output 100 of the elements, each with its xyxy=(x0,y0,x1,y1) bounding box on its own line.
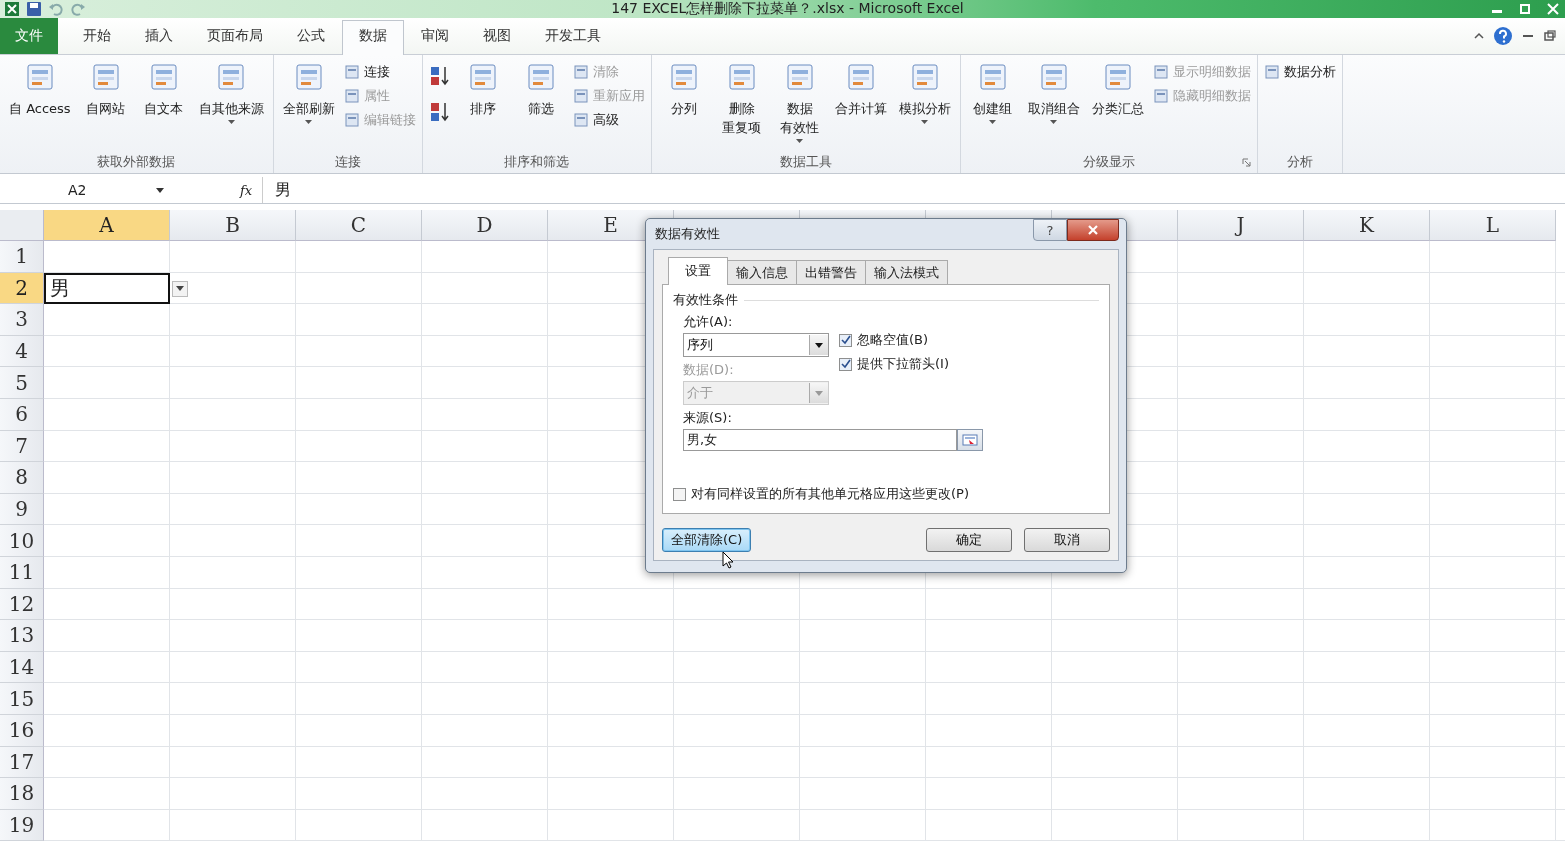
redo-icon[interactable] xyxy=(70,1,86,17)
column-header[interactable]: K xyxy=(1304,210,1430,241)
list-icon[interactable] xyxy=(572,88,589,104)
ribbon-button[interactable]: 筛选 xyxy=(527,99,554,118)
row-header[interactable]: 11 xyxy=(0,556,44,589)
sort-descending-icon[interactable] xyxy=(428,101,451,123)
restore-icon[interactable] xyxy=(1543,30,1557,42)
ribbon-button[interactable]: 排序 xyxy=(469,99,496,118)
list-icon[interactable] xyxy=(1152,64,1169,80)
ribbon-button[interactable]: 全部刷新 xyxy=(282,99,335,118)
list-icon[interactable] xyxy=(343,64,360,80)
ribbon-button[interactable]: 自网站 xyxy=(86,99,126,118)
dialog-launcher-icon[interactable] xyxy=(1241,158,1251,167)
formula-field[interactable]: 男 xyxy=(262,177,1565,203)
row-header[interactable]: 4 xyxy=(0,335,44,368)
ribbon-tab[interactable]: 公式 xyxy=(280,20,342,54)
row-header[interactable]: 17 xyxy=(0,746,44,779)
caret-icon[interactable] xyxy=(921,120,929,124)
source-field[interactable]: 男,女 xyxy=(683,429,957,451)
insert-function-button[interactable]: fx xyxy=(240,182,253,198)
row-header[interactable]: 10 xyxy=(0,525,44,557)
ribbon-button[interactable]: 自文本 xyxy=(144,99,184,118)
checkbox-label[interactable]: 忽略空值(B) xyxy=(857,331,929,349)
close-icon[interactable] xyxy=(1545,3,1561,15)
caret-icon[interactable] xyxy=(305,120,313,124)
row-header[interactable]: 5 xyxy=(0,367,44,399)
column-header[interactable]: A xyxy=(44,210,170,241)
checkbox[interactable] xyxy=(839,333,852,347)
save-icon[interactable] xyxy=(26,1,42,17)
dialog-tab[interactable]: 设置 xyxy=(668,257,728,285)
checkbox[interactable] xyxy=(673,487,686,501)
list-icon[interactable] xyxy=(572,112,589,128)
help-icon[interactable] xyxy=(1493,26,1513,46)
restore-icon[interactable] xyxy=(1517,3,1533,15)
ribbon-tab[interactable]: 视图 xyxy=(466,20,528,54)
column-header[interactable]: L xyxy=(1430,210,1556,241)
close-button[interactable] xyxy=(1067,219,1119,241)
caret-icon[interactable] xyxy=(989,120,997,124)
allow-dropdown[interactable]: 序列 xyxy=(683,333,829,357)
ribbon-tab[interactable]: 页面布局 xyxy=(190,20,280,54)
ok-button[interactable]: 确定 xyxy=(926,528,1012,552)
list-icon[interactable] xyxy=(572,64,589,80)
row-header[interactable]: 15 xyxy=(0,683,44,715)
ribbon-button[interactable]: 自其他来源 xyxy=(198,99,264,118)
caret-icon[interactable] xyxy=(796,139,804,143)
ribbon-tab[interactable]: 开始 xyxy=(66,20,128,54)
dialog-tab[interactable]: 出错警告 xyxy=(796,260,866,285)
row-header[interactable]: 19 xyxy=(0,809,44,842)
ribbon-tab[interactable]: 插入 xyxy=(128,20,190,54)
dialog-tab[interactable]: 输入法模式 xyxy=(865,260,948,285)
ribbon-button[interactable]: 高级 xyxy=(592,111,619,129)
row-header[interactable]: 7 xyxy=(0,430,44,463)
column-header[interactable]: J xyxy=(1178,210,1304,241)
row-header[interactable]: 3 xyxy=(0,304,44,336)
list-icon[interactable] xyxy=(1152,88,1169,104)
row-header[interactable]: 8 xyxy=(0,462,44,494)
name-box[interactable]: A2 xyxy=(0,182,170,198)
list-icon[interactable] xyxy=(343,112,360,128)
ribbon-tab[interactable]: 审阅 xyxy=(404,20,466,54)
ribbon-button[interactable]: 创建组 xyxy=(973,99,1013,118)
ribbon-tab[interactable]: 开发工具 xyxy=(528,20,618,54)
row-header[interactable]: 2 xyxy=(0,272,44,305)
row-header[interactable]: 16 xyxy=(0,714,44,747)
list-icon[interactable] xyxy=(1263,64,1280,80)
row-header[interactable]: 1 xyxy=(0,241,44,273)
checkbox[interactable] xyxy=(839,357,852,371)
column-header[interactable]: D xyxy=(422,210,548,241)
caret-icon[interactable] xyxy=(1050,120,1058,124)
row-header[interactable]: 12 xyxy=(0,588,44,621)
ribbon-button[interactable]: 数据分析 xyxy=(1283,63,1336,81)
column-header[interactable]: B xyxy=(170,210,296,241)
row-header[interactable]: 9 xyxy=(0,493,44,526)
column-header[interactable]: C xyxy=(296,210,422,241)
ribbon-button[interactable]: 分类汇总 xyxy=(1091,99,1144,118)
ribbon-button[interactable]: 连接 xyxy=(363,63,390,81)
dropdown-button[interactable] xyxy=(172,280,188,297)
help-button[interactable]: ? xyxy=(1033,219,1067,241)
ribbon-button[interactable]: 数据 有效性 xyxy=(780,99,820,137)
ribbon-button[interactable]: 分列 xyxy=(670,99,697,118)
row-header[interactable]: 18 xyxy=(0,778,44,810)
caret-icon[interactable] xyxy=(227,120,235,124)
row-header[interactable]: 14 xyxy=(0,651,44,684)
cancel-button[interactable]: 取消 xyxy=(1024,528,1110,552)
ribbon-button[interactable]: 取消组合 xyxy=(1027,99,1080,118)
undo-icon[interactable] xyxy=(48,1,64,17)
ribbon-tab[interactable]: 文件 xyxy=(0,18,58,54)
list-icon[interactable] xyxy=(343,88,360,104)
table-cell[interactable]: 男 xyxy=(44,272,170,305)
ribbon-tab[interactable]: 数据 xyxy=(342,20,404,55)
clear-all-button[interactable]: 全部清除(C) xyxy=(662,528,752,552)
ribbon-button[interactable]: 合并计算 xyxy=(834,99,887,118)
row-header[interactable]: 6 xyxy=(0,398,44,431)
sort-ascending-icon[interactable] xyxy=(428,65,451,87)
ribbon-button[interactable]: 模拟分析 xyxy=(898,99,951,118)
row-header[interactable]: 13 xyxy=(0,620,44,652)
ribbon-button[interactable]: 自 Access xyxy=(9,99,71,118)
ribbon-button[interactable]: 删除 重复项 xyxy=(722,99,762,137)
select-all-button[interactable] xyxy=(0,210,44,241)
checkbox-label[interactable]: 对有同样设置的所有其他单元格应用这些更改(P) xyxy=(691,485,969,503)
checkbox-label[interactable]: 提供下拉箭头(I) xyxy=(857,355,949,373)
